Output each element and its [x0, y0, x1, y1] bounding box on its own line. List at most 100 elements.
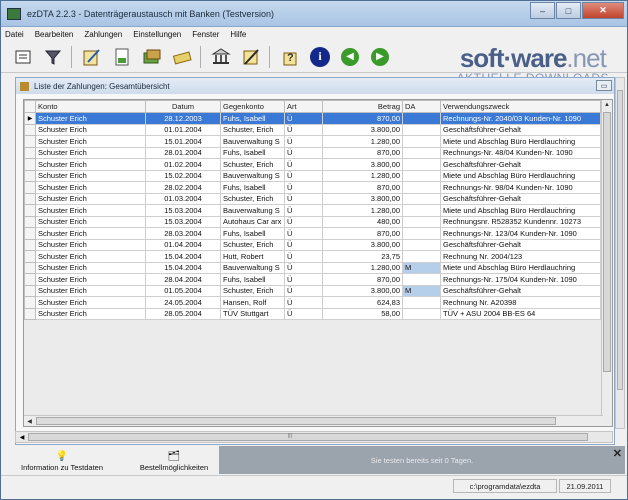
table-row[interactable]: Schuster Erich 28.05.2004 TÜV Stuttgart Ü 58…	[24, 307, 601, 320]
row-indicator[interactable]	[24, 227, 36, 240]
table-cell-datum[interactable]: 28.05.2004	[145, 307, 221, 320]
table-cell-datum[interactable]: 28.04.2004	[145, 273, 221, 286]
info-icon[interactable]: i	[310, 46, 330, 67]
table-cell-konto[interactable]: Schuster Erich	[35, 296, 146, 309]
window-vertical-scrollbar[interactable]	[615, 77, 625, 429]
column-header-verwendungszweck[interactable]: Verwendungszweck	[440, 100, 601, 113]
table-cell-konto[interactable]: Schuster Erich	[35, 307, 146, 320]
table-cell-gegenkonto[interactable]: Autohaus Car arx	[220, 215, 285, 228]
row-indicator[interactable]	[24, 307, 36, 320]
table-cell-datum[interactable]: 15.04.2004	[145, 261, 221, 274]
table-cell-datum[interactable]: 24.05.2004	[145, 296, 221, 309]
table-cell-konto[interactable]: Schuster Erich	[35, 250, 146, 263]
menu-bearbeiten[interactable]: Bearbeiten	[35, 30, 74, 39]
table-cell-verwendungszweck[interactable]: Rechnung Nr. 2004/123	[440, 250, 601, 263]
edit-document-icon[interactable]	[80, 45, 104, 69]
menu-fenster[interactable]: Fenster	[192, 30, 219, 39]
table-cell-art[interactable]: Ü	[284, 250, 323, 263]
table-row[interactable]: Schuster Erich 01.04.2004 Schuster, Erich Ü…	[24, 238, 601, 251]
table-cell-datum[interactable]: 15.03.2004	[145, 215, 221, 228]
table-cell-art[interactable]: Ü	[284, 135, 323, 148]
table-cell-da[interactable]	[402, 307, 441, 320]
table-cell-da[interactable]	[402, 158, 441, 171]
info-testdata-button[interactable]: 💡 Information zu Testdaten	[11, 446, 113, 474]
table-cell-art[interactable]: Ü	[284, 204, 323, 217]
table-cell-konto[interactable]: Schuster Erich	[35, 135, 146, 148]
row-indicator[interactable]	[24, 169, 36, 182]
table-cell-da[interactable]	[402, 204, 441, 217]
table-cell-art[interactable]: Ü	[284, 238, 323, 251]
row-indicator[interactable]	[24, 181, 36, 194]
table-cell-gegenkonto[interactable]: Schuster, Erich	[220, 238, 285, 251]
table-cell-da[interactable]: M	[402, 261, 441, 274]
table-row[interactable]: Schuster Erich 01.03.2004 Schuster, Erich Ü…	[24, 192, 601, 205]
scroll-up-arrow-icon[interactable]: ▲	[602, 100, 612, 111]
table-cell-art[interactable]: Ü	[284, 261, 323, 274]
row-indicator[interactable]	[24, 284, 36, 297]
menu-einstellungen[interactable]: Einstellungen	[133, 30, 181, 39]
table-cell-betrag[interactable]: 58,00	[322, 307, 403, 320]
table-row[interactable]: Schuster Erich 15.02.2004 Bauverwaltung SÜ…	[24, 169, 601, 182]
transfer-icon[interactable]	[140, 45, 164, 69]
table-cell-betrag[interactable]: 870,00	[322, 146, 403, 159]
table-cell-datum[interactable]: 01.03.2004	[145, 192, 221, 205]
table-row[interactable]: Schuster Erich 24.05.2004 Hansen, Rolf Ü 624…	[24, 296, 601, 309]
table-cell-gegenkonto[interactable]: Fuhs, Isabell	[220, 227, 285, 240]
table-cell-gegenkonto[interactable]: Hansen, Rolf	[220, 296, 285, 309]
table-cell-betrag[interactable]: 1.280,00	[322, 135, 403, 148]
table-cell-betrag[interactable]: 1.280,00	[322, 204, 403, 217]
row-indicator[interactable]	[24, 215, 36, 228]
table-cell-art[interactable]: Ü	[284, 227, 323, 240]
table-cell-betrag[interactable]: 3.800,00	[322, 192, 403, 205]
table-cell-betrag[interactable]: 1.280,00	[322, 169, 403, 182]
table-cell-datum[interactable]: 01.02.2004	[145, 158, 221, 171]
table-cell-betrag[interactable]: 870,00	[322, 181, 403, 194]
table-cell-verwendungszweck[interactable]: Rechnungs-Nr. 123/04 Kunden-Nr. 1090	[440, 227, 601, 240]
table-cell-betrag[interactable]: 870,00	[322, 112, 403, 125]
grid-vscroll-thumb[interactable]	[603, 112, 611, 372]
table-row[interactable]: Schuster Erich 15.03.2004 Autohaus Car arx…	[24, 215, 601, 228]
table-cell-verwendungszweck[interactable]: Miete und Abschlag Büro Herdlauchring	[440, 204, 601, 217]
back-arrow-wrap[interactable]: ◀	[338, 45, 362, 69]
table-row[interactable]: Schuster Erich 28.01.2004 Fuhs, Isabell Ü 87…	[24, 146, 601, 159]
table-cell-verwendungszweck[interactable]: TÜV + ASU 2004 BB-ES 64	[440, 307, 601, 320]
table-cell-da[interactable]	[402, 169, 441, 182]
table-cell-betrag[interactable]: 3.800,00	[322, 158, 403, 171]
table-cell-gegenkonto[interactable]: Fuhs, Isabell	[220, 273, 285, 286]
notice-close-icon[interactable]: ✕	[613, 447, 622, 460]
list-icon[interactable]	[11, 45, 35, 69]
row-indicator[interactable]	[24, 250, 36, 263]
forward-arrow-icon[interactable]: ▶	[371, 47, 389, 66]
table-cell-verwendungszweck[interactable]: Miete und Abschlag Büro Herdlauchring	[440, 169, 601, 182]
new-document-icon[interactable]	[110, 45, 134, 69]
table-cell-da[interactable]	[402, 192, 441, 205]
column-header-datum[interactable]: Datum	[145, 100, 221, 113]
table-cell-betrag[interactable]: 23,75	[322, 250, 403, 263]
help-icon[interactable]: ?	[278, 45, 302, 69]
table-cell-konto[interactable]: Schuster Erich	[35, 146, 146, 159]
table-row[interactable]: Schuster Erich 15.03.2004 Bauverwaltung SÜ…	[24, 204, 601, 217]
table-cell-verwendungszweck[interactable]: Miete und Abschlag Büro Herdlauchring	[440, 135, 601, 148]
table-cell-verwendungszweck[interactable]: Rechnungs-Nr. 2040/03 Kunden-Nr. 1090	[440, 112, 601, 125]
table-cell-da[interactable]	[402, 123, 441, 136]
table-cell-verwendungszweck[interactable]: Rechnungs-Nr. 48/04 Kunden-Nr. 1090	[440, 146, 601, 159]
grid-horizontal-scrollbar[interactable]: ◀	[24, 415, 603, 426]
column-header-art[interactable]: Art	[284, 100, 323, 113]
scroll-left-arrow-icon[interactable]: ◀	[24, 418, 35, 425]
table-cell-konto[interactable]: Schuster Erich	[35, 284, 146, 297]
table-cell-gegenkonto[interactable]: Schuster, Erich	[220, 192, 285, 205]
row-indicator[interactable]	[24, 296, 36, 309]
table-row[interactable]: Schuster Erich 15.04.2004 Hutt, Robert Ü 23,…	[24, 250, 601, 263]
window-hscroll-thumb[interactable]	[28, 433, 588, 441]
table-cell-konto[interactable]: Schuster Erich	[35, 192, 146, 205]
table-cell-art[interactable]: Ü	[284, 112, 323, 125]
row-indicator[interactable]: ▶	[24, 112, 36, 125]
table-cell-art[interactable]: Ü	[284, 215, 323, 228]
table-cell-gegenkonto[interactable]: Fuhs, Isabell	[220, 146, 285, 159]
table-cell-gegenkonto[interactable]: Fuhs, Isabell	[220, 181, 285, 194]
table-row[interactable]: Schuster Erich 01.02.2004 Schuster, Erich Ü…	[24, 158, 601, 171]
table-row[interactable]: Schuster Erich 28.04.2004 Fuhs, Isabell Ü 87…	[24, 273, 601, 286]
table-cell-art[interactable]: Ü	[284, 307, 323, 320]
table-cell-verwendungszweck[interactable]: Geschäftsführer-Gehalt	[440, 123, 601, 136]
table-cell-datum[interactable]: 01.01.2004	[145, 123, 221, 136]
